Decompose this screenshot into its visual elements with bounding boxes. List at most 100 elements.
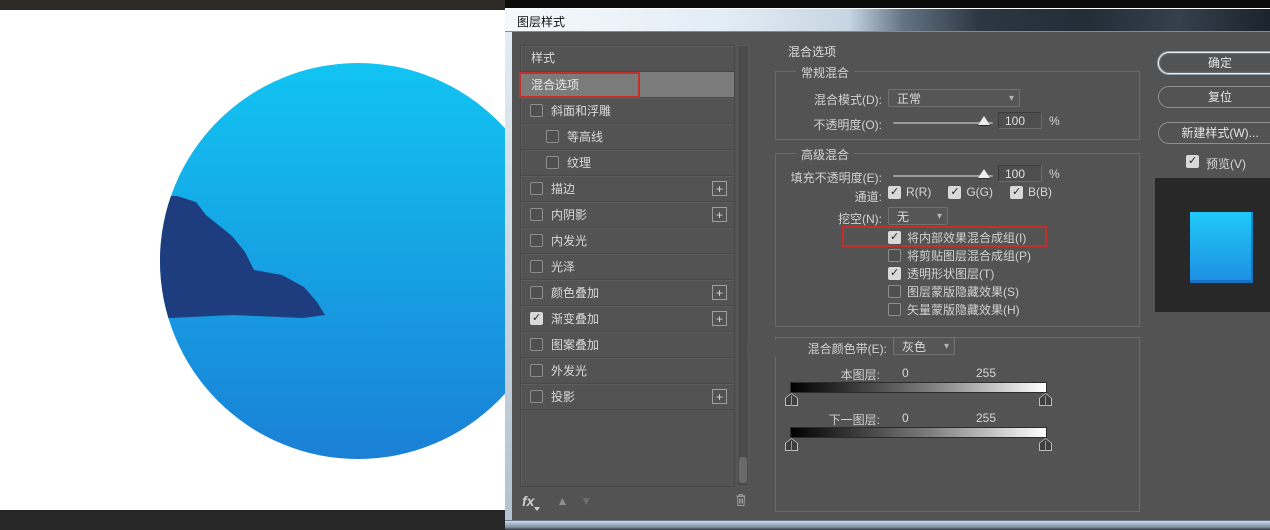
trash-icon[interactable]: [734, 492, 748, 510]
opacity-label: 不透明度(O):: [752, 116, 882, 133]
ok-button[interactable]: 确定: [1158, 52, 1270, 74]
add-effect-button[interactable]: +: [712, 207, 727, 222]
dialog-left-border: [505, 32, 512, 520]
fx-icon[interactable]: fx: [522, 493, 534, 509]
preview-label: 预览(V): [1206, 155, 1246, 172]
underlying-layer-min: 0: [902, 411, 909, 425]
option-checkbox[interactable]: [888, 303, 901, 316]
style-list-item[interactable]: 光泽: [521, 254, 734, 280]
style-list-item[interactable]: 等高线: [521, 124, 734, 150]
option-label: 矢量蒙版隐藏效果(H): [907, 301, 1020, 318]
advanced-option-row[interactable]: 将内部效果混合成组(I): [888, 228, 1031, 246]
channels-row: R(R) G(G) B(B): [888, 185, 1052, 199]
dialog-titlebar[interactable]: 图层样式: [505, 8, 1270, 32]
channel-item[interactable]: G(G): [948, 185, 993, 199]
channel-label: R(R): [906, 185, 931, 199]
opacity-unit: %: [1049, 114, 1060, 128]
style-list-item[interactable]: 描边 +: [521, 176, 734, 202]
channel-item[interactable]: B(B): [1010, 185, 1052, 199]
style-label: 颜色叠加: [551, 284, 599, 301]
option-checkbox[interactable]: [888, 285, 901, 298]
general-blending-label: 常规混合: [796, 64, 854, 81]
add-effect-button[interactable]: +: [712, 181, 727, 196]
style-list-item[interactable]: 渐变叠加 +: [521, 306, 734, 332]
new-style-button[interactable]: 新建样式(W)...: [1158, 122, 1270, 144]
styles-scrollbar[interactable]: [737, 45, 749, 487]
add-effect-button[interactable]: +: [712, 285, 727, 300]
canvas-bottom-bar: [0, 510, 505, 530]
dialog-bottom-border: [505, 520, 1270, 530]
knockout-value: 无: [897, 208, 909, 225]
style-list-item[interactable]: 投影 +: [521, 384, 734, 410]
style-list-item[interactable]: 图案叠加: [521, 332, 734, 358]
style-checkbox[interactable]: [530, 338, 543, 351]
underlying-layer-gradient-bar[interactable]: [790, 427, 1047, 438]
style-label: 等高线: [567, 128, 603, 145]
fill-opacity-slider-handle[interactable]: [978, 169, 990, 178]
styles-panel: 样式 混合选项 斜面和浮雕: [520, 45, 735, 487]
style-checkbox[interactable]: [530, 286, 543, 299]
preview-checkbox[interactable]: [1186, 155, 1199, 168]
advanced-blending-label: 高级混合: [796, 146, 854, 163]
opacity-input[interactable]: 100: [998, 112, 1042, 129]
opacity-slider-handle[interactable]: [978, 116, 990, 125]
advanced-option-row[interactable]: 矢量蒙版隐藏效果(H): [888, 300, 1031, 318]
this-layer-label: 本图层:: [780, 366, 880, 383]
screen: 图层样式 样式 混合选项 斜面和浮雕: [0, 0, 1270, 530]
option-label: 将内部效果混合成组(I): [907, 229, 1026, 246]
this-layer-gradient-bar[interactable]: [790, 382, 1047, 393]
style-label: 光泽: [551, 258, 575, 275]
channel-item[interactable]: R(R): [888, 185, 931, 199]
panel-title: 混合选项: [788, 43, 836, 60]
style-checkbox[interactable]: [546, 156, 559, 169]
style-list-item[interactable]: 外发光: [521, 358, 734, 384]
option-checkbox[interactable]: [888, 249, 901, 262]
underlying-layer-max: 255: [976, 411, 996, 425]
style-list-item[interactable]: 混合选项: [521, 72, 734, 98]
advanced-option-row[interactable]: 将剪贴图层混合成组(P): [888, 246, 1031, 264]
blend-if-dropdown[interactable]: 灰色 ▾: [893, 337, 955, 355]
fill-opacity-input[interactable]: 100: [998, 165, 1042, 182]
option-label: 将剪贴图层混合成组(P): [907, 247, 1031, 264]
channel-checkbox[interactable]: [888, 186, 901, 199]
option-label: 透明形状图层(T): [907, 265, 994, 282]
style-list-item[interactable]: 内阴影 +: [521, 202, 734, 228]
style-list-item[interactable]: 斜面和浮雕: [521, 98, 734, 124]
chevron-down-icon: ▾: [944, 341, 949, 352]
style-list-item[interactable]: 纹理: [521, 150, 734, 176]
canvas-artwork: [0, 0, 505, 530]
style-list-item[interactable]: 颜色叠加 +: [521, 280, 734, 306]
style-checkbox[interactable]: [546, 130, 559, 143]
style-list-item[interactable]: 内发光: [521, 228, 734, 254]
advanced-option-row[interactable]: 图层蒙版隐藏效果(S): [888, 282, 1031, 300]
styles-list: 混合选项 斜面和浮雕 等高线: [521, 72, 734, 410]
advanced-option-row[interactable]: 透明形状图层(T): [888, 264, 1031, 282]
style-checkbox[interactable]: [530, 312, 543, 325]
channel-checkbox[interactable]: [1010, 186, 1023, 199]
style-label: 外发光: [551, 362, 587, 379]
move-down-icon[interactable]: ▼: [580, 494, 592, 508]
style-checkbox[interactable]: [530, 208, 543, 221]
style-checkbox[interactable]: [530, 182, 543, 195]
style-label: 斜面和浮雕: [551, 102, 611, 119]
scrollbar-thumb[interactable]: [739, 457, 747, 483]
reset-button[interactable]: 复位: [1158, 86, 1270, 108]
channel-checkbox[interactable]: [948, 186, 961, 199]
style-label: 混合选项: [531, 76, 579, 93]
style-checkbox[interactable]: [530, 260, 543, 273]
add-effect-button[interactable]: +: [712, 311, 727, 326]
app-background-strip: [505, 0, 1270, 8]
knockout-dropdown[interactable]: 无 ▾: [888, 207, 948, 225]
blend-mode-dropdown[interactable]: 正常 ▾: [888, 89, 1020, 107]
style-checkbox[interactable]: [530, 104, 543, 117]
style-checkbox[interactable]: [530, 234, 543, 247]
blend-if-value: 灰色: [902, 338, 926, 355]
option-checkbox[interactable]: [888, 231, 901, 244]
knockout-label: 挖空(N):: [782, 210, 882, 227]
style-label: 图案叠加: [551, 336, 599, 353]
add-effect-button[interactable]: +: [712, 389, 727, 404]
style-checkbox[interactable]: [530, 390, 543, 403]
style-checkbox[interactable]: [530, 364, 543, 377]
move-up-icon[interactable]: ▲: [556, 494, 568, 508]
option-checkbox[interactable]: [888, 267, 901, 280]
